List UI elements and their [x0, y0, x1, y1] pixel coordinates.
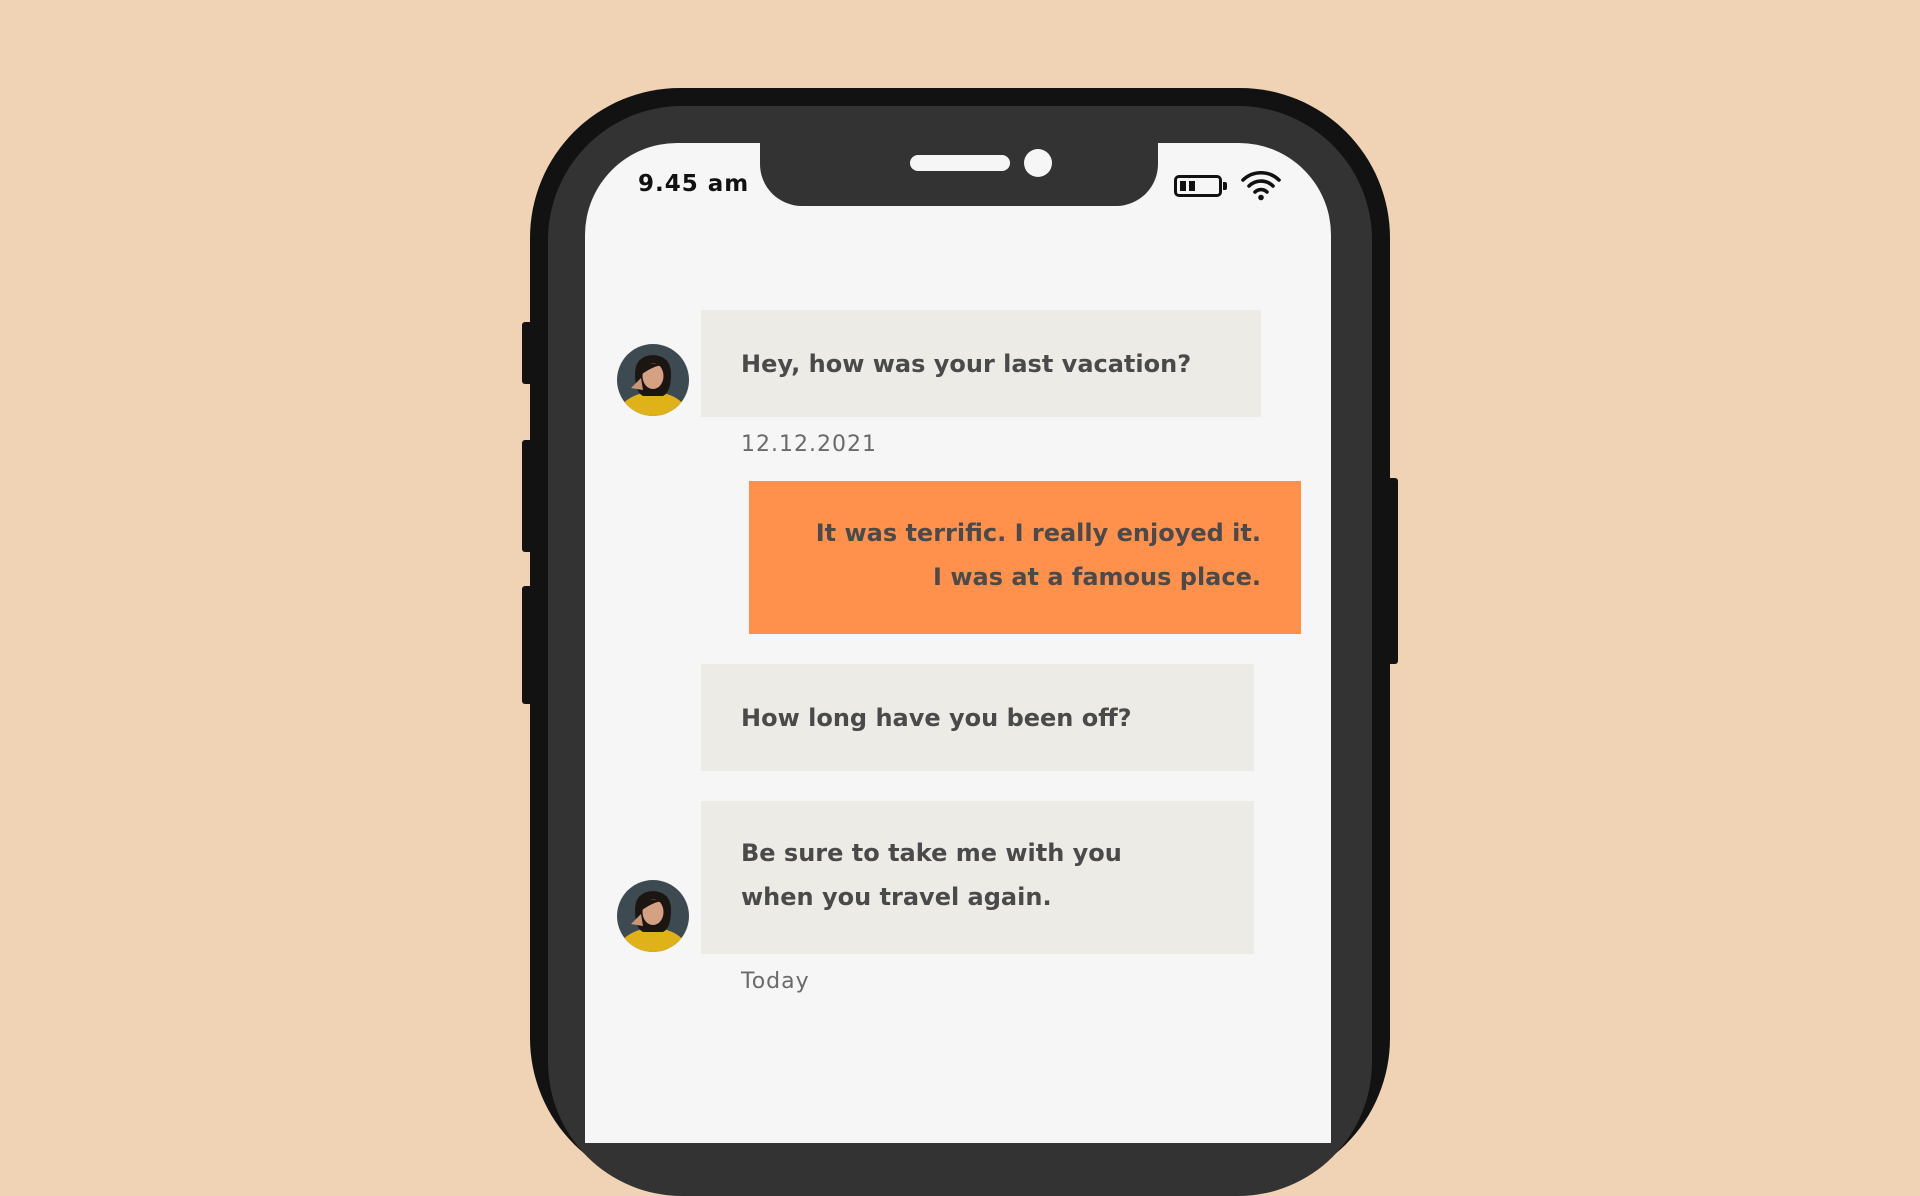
message-line: How long have you been off? [741, 704, 1132, 732]
incoming-message[interactable]: Hey, how was your last vacation? [701, 310, 1261, 417]
contact-avatar[interactable] [617, 344, 689, 416]
front-camera [1024, 149, 1052, 177]
incoming-message[interactable]: Be sure to take me with you when you tra… [701, 801, 1254, 954]
status-time: 9.45 am [638, 171, 750, 197]
notch [760, 143, 1158, 206]
contact-avatar[interactable] [617, 880, 689, 952]
phone-screen: 9.45 am Hey, how was your last vacation?… [585, 143, 1331, 1143]
volume-down-button [522, 586, 534, 704]
volume-up-button [522, 440, 534, 552]
message-line: I was at a famous place. [933, 563, 1261, 591]
message-line: Be sure to take me with you [741, 839, 1122, 867]
wifi-icon [1241, 170, 1281, 201]
incoming-message[interactable]: How long have you been off? [701, 664, 1254, 771]
power-button [1386, 478, 1398, 664]
page: { "colors": { "background": "#F0D2B5", "… [0, 0, 1920, 1196]
message-line: when you travel again. [741, 883, 1052, 911]
speaker-grille [910, 155, 1010, 171]
message-timestamp: Today [741, 969, 810, 994]
outgoing-message[interactable]: It was terrific. I really enjoyed it. I … [749, 481, 1301, 634]
message-line: It was terrific. I really enjoyed it. [815, 519, 1261, 547]
silent-switch [522, 322, 534, 384]
message-line: Hey, how was your last vacation? [741, 350, 1192, 378]
message-timestamp: 12.12.2021 [741, 432, 877, 457]
battery-low-icon [1174, 175, 1227, 197]
